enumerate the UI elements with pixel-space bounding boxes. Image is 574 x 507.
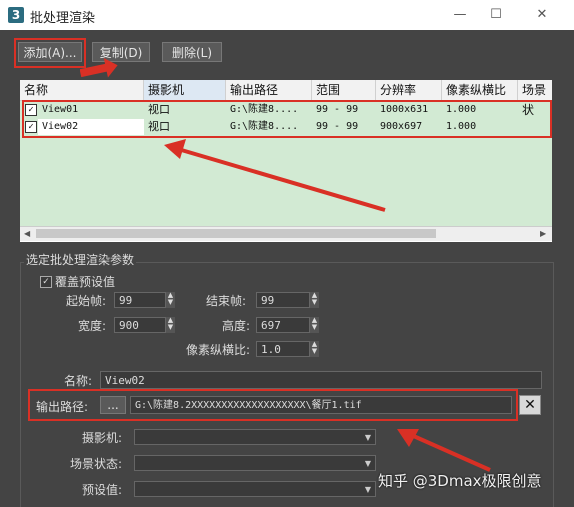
delete-button[interactable]: 删除(L) (162, 42, 222, 62)
override-checkbox[interactable]: ✓ (40, 276, 52, 288)
chevron-down-icon: ▼ (364, 459, 371, 468)
preset-label: 预设值: (82, 483, 123, 497)
clear-path-icon[interactable]: ✕ (519, 395, 541, 415)
title-bar: 3 批处理渲染 — ☐ ✕ (0, 0, 574, 30)
aspect-input[interactable]: 1.0 (256, 341, 310, 357)
app-icon: 3 (8, 7, 24, 23)
width-label: 宽度: (78, 319, 107, 333)
horizontal-scrollbar[interactable]: ◀ ▶ (20, 226, 552, 241)
start-frame-label: 起始帧: (66, 294, 107, 308)
end-frame-input[interactable]: 99 (256, 292, 310, 308)
scene-state-label: 场景状态: (70, 457, 123, 471)
column-header-aspect[interactable]: 像素纵横比 (442, 80, 518, 100)
scroll-right-icon[interactable]: ▶ (540, 229, 546, 238)
override-label: 覆盖预设值 (55, 275, 116, 289)
end-frame-spinner[interactable]: ▲ ▼ (309, 292, 319, 308)
aspect-spinner[interactable]: ▲ ▼ (309, 341, 319, 357)
width-input[interactable]: 900 (114, 317, 166, 333)
scroll-left-icon[interactable]: ◀ (24, 229, 30, 238)
start-frame-input[interactable]: 99 (114, 292, 166, 308)
rows-highlight (22, 100, 552, 138)
camera-dropdown[interactable]: ▼ (134, 429, 376, 445)
height-input[interactable]: 697 (256, 317, 310, 333)
column-header-range[interactable]: 范围 (312, 80, 376, 100)
watermark-text: 知乎 @3Dmax极限创意 (378, 472, 542, 490)
height-spinner[interactable]: ▲ ▼ (309, 317, 319, 333)
column-header-output-path[interactable]: 输出路径 (226, 80, 312, 100)
scrollbar-thumb[interactable] (36, 229, 436, 238)
height-label: 高度: (222, 319, 251, 333)
output-path-label: 输出路径: (36, 400, 89, 414)
width-spinner[interactable]: ▲ ▼ (165, 317, 175, 333)
scene-state-dropdown[interactable]: ▼ (134, 455, 376, 471)
add-button[interactable]: 添加(A)... (18, 42, 82, 62)
name-input[interactable]: View02 (100, 371, 542, 389)
aspect-label: 像素纵横比: (186, 343, 251, 357)
end-frame-label: 结束帧: (206, 294, 247, 308)
column-header-name[interactable]: 名称 (20, 80, 144, 100)
close-button[interactable]: ✕ (528, 6, 556, 24)
params-section-title: 选定批处理渲染参数 (24, 251, 137, 268)
output-path-input[interactable]: G:\陈建8.2XXXXXXXXXXXXXXXXXXX\餐厅1.tif (130, 396, 512, 414)
chevron-down-icon: ▼ (364, 433, 371, 442)
column-header-resolution[interactable]: 分辨率 (376, 80, 442, 100)
column-header-camera[interactable]: 摄影机 (144, 80, 226, 100)
column-header-scene-state[interactable]: 场景状 (518, 80, 552, 117)
maximize-button[interactable]: ☐ (482, 6, 510, 24)
preset-dropdown[interactable]: ▼ (134, 481, 376, 497)
arrow-annotation-output (397, 429, 491, 472)
camera-label: 摄影机: (82, 431, 123, 445)
name-label: 名称: (64, 374, 93, 388)
chevron-down-icon: ▼ (364, 485, 371, 494)
minimize-button[interactable]: — (446, 6, 474, 24)
browse-button[interactable]: ... (100, 396, 126, 414)
start-frame-spinner[interactable]: ▲ ▼ (165, 292, 175, 308)
window-title: 批处理渲染 (30, 11, 96, 26)
arrow-annotation-list (164, 139, 386, 212)
list-header: 名称 摄影机 输出路径 范围 分辨率 像素纵横比 场景状 (20, 80, 552, 117)
